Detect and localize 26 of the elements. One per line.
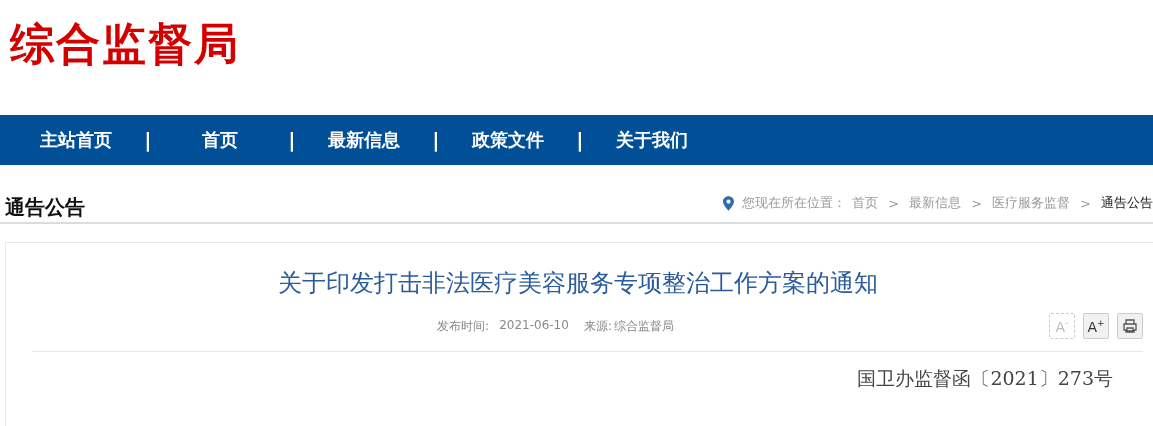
breadcrumb-current: 通告公告	[1101, 194, 1153, 212]
meta-value: 2021-06-10	[499, 317, 569, 334]
print-button[interactable]	[1117, 313, 1143, 339]
nav-separator: |	[575, 128, 585, 152]
nav-link[interactable]: 关于我们	[590, 128, 714, 152]
nav-separator: |	[143, 128, 153, 152]
location-pin-icon	[723, 195, 735, 211]
article-title: 关于印发打击非法医疗美容服务专项整治工作方案的通知	[276, 268, 879, 299]
meta-label: 来源:	[583, 317, 612, 335]
meta-label: 发布时间:	[437, 317, 490, 335]
nav-link[interactable]: 政策文件	[446, 128, 570, 152]
site-logo: 综合监督局	[10, 18, 240, 69]
nav-separator: |	[287, 128, 297, 152]
section-title: 通告公告	[5, 194, 85, 222]
nav-link[interactable]: 首页	[158, 128, 282, 152]
font-larger-button[interactable]: A$^{+}$	[1083, 313, 1109, 339]
breadcrumb-separator: >	[888, 195, 900, 211]
breadcrumb-label: 您现在所在位置：	[742, 194, 847, 212]
breadcrumb-separator: >	[971, 195, 983, 211]
breadcrumb-separator: >	[1080, 195, 1091, 211]
nav-link[interactable]: 最新信息	[302, 128, 426, 152]
document-number: 国卫办监督函〔2021〕273号	[856, 366, 1114, 391]
meta-value: 综合监督局	[613, 317, 674, 335]
nav-separator: |	[431, 128, 441, 152]
printer-icon	[1122, 318, 1138, 334]
nav-link[interactable]: 主站首页	[14, 128, 138, 152]
